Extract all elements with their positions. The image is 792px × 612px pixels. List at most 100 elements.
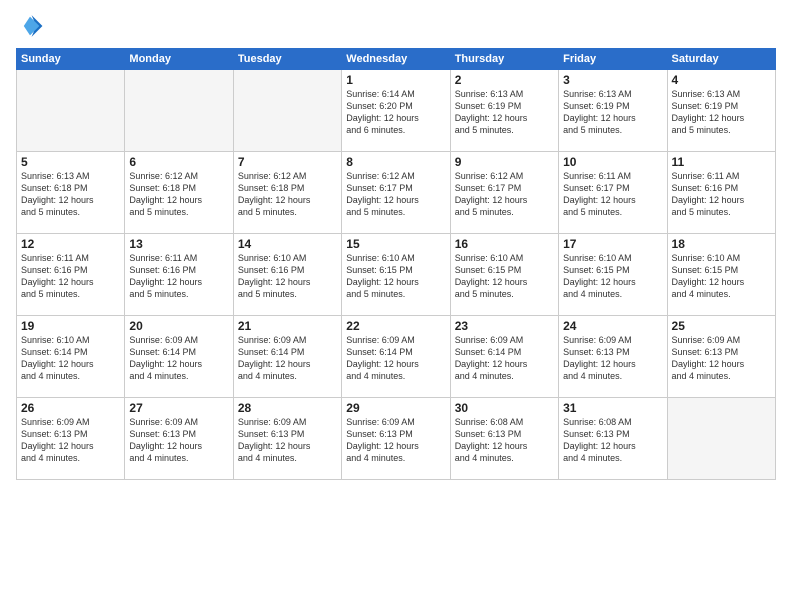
day-info: Sunrise: 6:10 AM Sunset: 6:15 PM Dayligh… — [672, 252, 771, 301]
calendar-cell: 22Sunrise: 6:09 AM Sunset: 6:14 PM Dayli… — [342, 316, 450, 398]
day-info: Sunrise: 6:11 AM Sunset: 6:16 PM Dayligh… — [21, 252, 120, 301]
calendar-cell: 8Sunrise: 6:12 AM Sunset: 6:17 PM Daylig… — [342, 152, 450, 234]
day-info: Sunrise: 6:12 AM Sunset: 6:18 PM Dayligh… — [129, 170, 228, 219]
day-info: Sunrise: 6:11 AM Sunset: 6:17 PM Dayligh… — [563, 170, 662, 219]
day-number: 27 — [129, 401, 228, 415]
day-info: Sunrise: 6:13 AM Sunset: 6:19 PM Dayligh… — [455, 88, 554, 137]
page: SundayMondayTuesdayWednesdayThursdayFrid… — [0, 0, 792, 612]
day-number: 3 — [563, 73, 662, 87]
day-info: Sunrise: 6:12 AM Sunset: 6:17 PM Dayligh… — [455, 170, 554, 219]
day-number: 12 — [21, 237, 120, 251]
day-number: 31 — [563, 401, 662, 415]
calendar-cell — [667, 398, 775, 480]
weekday-header-wednesday: Wednesday — [342, 49, 450, 70]
day-info: Sunrise: 6:13 AM Sunset: 6:19 PM Dayligh… — [672, 88, 771, 137]
day-info: Sunrise: 6:09 AM Sunset: 6:14 PM Dayligh… — [129, 334, 228, 383]
week-row-1: 1Sunrise: 6:14 AM Sunset: 6:20 PM Daylig… — [17, 70, 776, 152]
week-row-3: 12Sunrise: 6:11 AM Sunset: 6:16 PM Dayli… — [17, 234, 776, 316]
day-number: 8 — [346, 155, 445, 169]
calendar-cell: 6Sunrise: 6:12 AM Sunset: 6:18 PM Daylig… — [125, 152, 233, 234]
calendar-cell: 10Sunrise: 6:11 AM Sunset: 6:17 PM Dayli… — [559, 152, 667, 234]
day-number: 19 — [21, 319, 120, 333]
day-number: 28 — [238, 401, 337, 415]
calendar-cell: 20Sunrise: 6:09 AM Sunset: 6:14 PM Dayli… — [125, 316, 233, 398]
day-number: 9 — [455, 155, 554, 169]
calendar-cell: 25Sunrise: 6:09 AM Sunset: 6:13 PM Dayli… — [667, 316, 775, 398]
calendar-cell: 15Sunrise: 6:10 AM Sunset: 6:15 PM Dayli… — [342, 234, 450, 316]
day-info: Sunrise: 6:11 AM Sunset: 6:16 PM Dayligh… — [129, 252, 228, 301]
day-info: Sunrise: 6:09 AM Sunset: 6:13 PM Dayligh… — [346, 416, 445, 465]
day-number: 22 — [346, 319, 445, 333]
weekday-header-row: SundayMondayTuesdayWednesdayThursdayFrid… — [17, 49, 776, 70]
day-info: Sunrise: 6:10 AM Sunset: 6:14 PM Dayligh… — [21, 334, 120, 383]
day-info: Sunrise: 6:09 AM Sunset: 6:13 PM Dayligh… — [563, 334, 662, 383]
calendar-cell: 5Sunrise: 6:13 AM Sunset: 6:18 PM Daylig… — [17, 152, 125, 234]
day-number: 4 — [672, 73, 771, 87]
calendar-cell: 19Sunrise: 6:10 AM Sunset: 6:14 PM Dayli… — [17, 316, 125, 398]
calendar-cell: 16Sunrise: 6:10 AM Sunset: 6:15 PM Dayli… — [450, 234, 558, 316]
calendar-cell: 26Sunrise: 6:09 AM Sunset: 6:13 PM Dayli… — [17, 398, 125, 480]
calendar-cell: 30Sunrise: 6:08 AM Sunset: 6:13 PM Dayli… — [450, 398, 558, 480]
day-info: Sunrise: 6:14 AM Sunset: 6:20 PM Dayligh… — [346, 88, 445, 137]
calendar-cell: 7Sunrise: 6:12 AM Sunset: 6:18 PM Daylig… — [233, 152, 341, 234]
calendar-cell: 13Sunrise: 6:11 AM Sunset: 6:16 PM Dayli… — [125, 234, 233, 316]
day-info: Sunrise: 6:09 AM Sunset: 6:13 PM Dayligh… — [238, 416, 337, 465]
day-info: Sunrise: 6:09 AM Sunset: 6:14 PM Dayligh… — [346, 334, 445, 383]
calendar-cell: 11Sunrise: 6:11 AM Sunset: 6:16 PM Dayli… — [667, 152, 775, 234]
calendar-cell: 27Sunrise: 6:09 AM Sunset: 6:13 PM Dayli… — [125, 398, 233, 480]
day-number: 2 — [455, 73, 554, 87]
day-number: 17 — [563, 237, 662, 251]
calendar-cell: 29Sunrise: 6:09 AM Sunset: 6:13 PM Dayli… — [342, 398, 450, 480]
logo — [16, 12, 48, 40]
day-number: 5 — [21, 155, 120, 169]
day-info: Sunrise: 6:10 AM Sunset: 6:15 PM Dayligh… — [563, 252, 662, 301]
day-info: Sunrise: 6:12 AM Sunset: 6:18 PM Dayligh… — [238, 170, 337, 219]
day-number: 10 — [563, 155, 662, 169]
weekday-header-monday: Monday — [125, 49, 233, 70]
weekday-header-friday: Friday — [559, 49, 667, 70]
calendar-cell: 28Sunrise: 6:09 AM Sunset: 6:13 PM Dayli… — [233, 398, 341, 480]
weekday-header-thursday: Thursday — [450, 49, 558, 70]
day-info: Sunrise: 6:09 AM Sunset: 6:13 PM Dayligh… — [672, 334, 771, 383]
calendar-cell: 17Sunrise: 6:10 AM Sunset: 6:15 PM Dayli… — [559, 234, 667, 316]
calendar-cell — [17, 70, 125, 152]
day-info: Sunrise: 6:12 AM Sunset: 6:17 PM Dayligh… — [346, 170, 445, 219]
calendar-cell: 2Sunrise: 6:13 AM Sunset: 6:19 PM Daylig… — [450, 70, 558, 152]
week-row-5: 26Sunrise: 6:09 AM Sunset: 6:13 PM Dayli… — [17, 398, 776, 480]
weekday-header-sunday: Sunday — [17, 49, 125, 70]
day-number: 14 — [238, 237, 337, 251]
calendar-cell: 3Sunrise: 6:13 AM Sunset: 6:19 PM Daylig… — [559, 70, 667, 152]
day-info: Sunrise: 6:09 AM Sunset: 6:14 PM Dayligh… — [455, 334, 554, 383]
day-info: Sunrise: 6:13 AM Sunset: 6:18 PM Dayligh… — [21, 170, 120, 219]
calendar-cell — [125, 70, 233, 152]
day-number: 26 — [21, 401, 120, 415]
day-info: Sunrise: 6:13 AM Sunset: 6:19 PM Dayligh… — [563, 88, 662, 137]
day-info: Sunrise: 6:10 AM Sunset: 6:15 PM Dayligh… — [346, 252, 445, 301]
day-info: Sunrise: 6:10 AM Sunset: 6:16 PM Dayligh… — [238, 252, 337, 301]
day-number: 18 — [672, 237, 771, 251]
day-info: Sunrise: 6:10 AM Sunset: 6:15 PM Dayligh… — [455, 252, 554, 301]
calendar-cell: 18Sunrise: 6:10 AM Sunset: 6:15 PM Dayli… — [667, 234, 775, 316]
calendar-cell: 1Sunrise: 6:14 AM Sunset: 6:20 PM Daylig… — [342, 70, 450, 152]
day-info: Sunrise: 6:09 AM Sunset: 6:14 PM Dayligh… — [238, 334, 337, 383]
weekday-header-saturday: Saturday — [667, 49, 775, 70]
day-number: 25 — [672, 319, 771, 333]
day-info: Sunrise: 6:08 AM Sunset: 6:13 PM Dayligh… — [563, 416, 662, 465]
day-info: Sunrise: 6:11 AM Sunset: 6:16 PM Dayligh… — [672, 170, 771, 219]
calendar: SundayMondayTuesdayWednesdayThursdayFrid… — [16, 48, 776, 480]
week-row-2: 5Sunrise: 6:13 AM Sunset: 6:18 PM Daylig… — [17, 152, 776, 234]
calendar-cell: 4Sunrise: 6:13 AM Sunset: 6:19 PM Daylig… — [667, 70, 775, 152]
day-number: 11 — [672, 155, 771, 169]
calendar-cell: 9Sunrise: 6:12 AM Sunset: 6:17 PM Daylig… — [450, 152, 558, 234]
weekday-header-tuesday: Tuesday — [233, 49, 341, 70]
calendar-cell: 12Sunrise: 6:11 AM Sunset: 6:16 PM Dayli… — [17, 234, 125, 316]
day-number: 21 — [238, 319, 337, 333]
calendar-cell: 14Sunrise: 6:10 AM Sunset: 6:16 PM Dayli… — [233, 234, 341, 316]
day-number: 6 — [129, 155, 228, 169]
header — [16, 12, 776, 40]
day-number: 7 — [238, 155, 337, 169]
day-number: 20 — [129, 319, 228, 333]
day-number: 16 — [455, 237, 554, 251]
day-info: Sunrise: 6:09 AM Sunset: 6:13 PM Dayligh… — [21, 416, 120, 465]
calendar-cell: 21Sunrise: 6:09 AM Sunset: 6:14 PM Dayli… — [233, 316, 341, 398]
